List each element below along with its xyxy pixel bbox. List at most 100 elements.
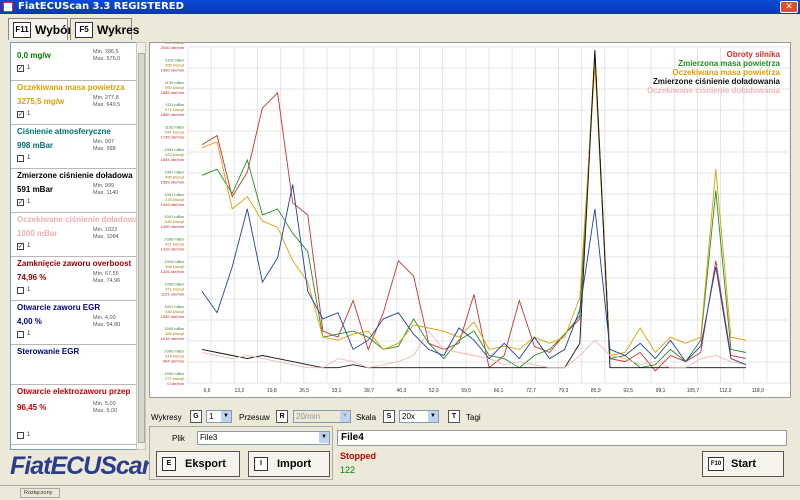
x-tick-label: 13,2 <box>235 388 245 394</box>
sensor-checkbox-label: 1 <box>27 432 31 438</box>
wykresy-key[interactable]: G <box>190 410 202 423</box>
sensor-item[interactable]: 0,0 mg/w Min. 286,5 Max. 575,0 ✓ 1 <box>11 43 144 81</box>
app-window: FiatECUScan 3.3 REGISTERED ✕ F11 Wybór F… <box>0 0 800 500</box>
x-tick-label: 33,1 <box>332 388 342 394</box>
chart-area: 541 k/s/cyl2040 obr/min1110 mBar955 k/s/… <box>149 42 791 398</box>
tab-wybor[interactable]: F11 Wybór <box>8 18 72 40</box>
eksport-key: E <box>162 457 176 471</box>
series-line-1 <box>201 53 747 369</box>
x-tick-label: 19,8 <box>267 388 277 394</box>
import-button[interactable]: I Import <box>248 451 330 477</box>
wykresy-select[interactable]: 1 ▼ <box>206 410 232 423</box>
eksport-button[interactable]: E Eksport <box>156 451 240 477</box>
x-tick-label: 85,9 <box>591 388 601 394</box>
sensor-checkbox-label: 1 <box>27 199 31 205</box>
status-count: 122 <box>340 465 356 475</box>
chart-svg: 541 k/s/cyl2040 obr/min1110 mBar955 k/s/… <box>161 43 790 394</box>
sensor-list-scrollbar[interactable] <box>136 42 146 450</box>
plik-select[interactable]: File3 ▼ <box>197 431 330 445</box>
status-panel: Stopped 122 F10 Start <box>336 448 788 480</box>
tab-wykres[interactable]: F5 Wykres <box>70 18 139 40</box>
sensor-checkbox[interactable] <box>17 155 24 162</box>
skala-select[interactable]: 20x ▼ <box>399 410 439 423</box>
sensor-checkbox[interactable]: ✓ <box>17 111 24 118</box>
close-button[interactable]: ✕ <box>780 1 798 13</box>
sensor-item[interactable]: Otwarcie elektrozaworu przep 96,45 % Min. … <box>11 385 144 445</box>
start-label: Start <box>731 458 757 470</box>
przesuw-key[interactable]: R <box>276 410 288 423</box>
x-tick-label: 118,9 <box>752 388 764 394</box>
filename-field[interactable]: File4 <box>337 430 787 446</box>
plik-value: File3 <box>200 433 218 442</box>
sensor-min: Min. 277,8 <box>93 95 119 101</box>
y-tick-label: 1583 obr/min <box>161 179 184 184</box>
import-label: Import <box>277 458 312 470</box>
close-icon: ✕ <box>785 2 793 12</box>
tagi-key[interactable]: T <box>448 410 460 423</box>
y-tick-label: 1016 obr/min <box>161 336 184 341</box>
tab-key-f5: F5 <box>75 22 93 38</box>
connection-status: Rozłączony <box>20 488 60 498</box>
import-key: I <box>254 457 268 471</box>
sensor-value: 4,00 % <box>17 317 42 326</box>
skala-label: Skala <box>356 413 377 422</box>
chevron-down-icon: ▼ <box>319 432 329 443</box>
sensor-item[interactable]: Sterowanie EGR <box>11 345 144 385</box>
sensor-value: 3275,5 mg/w <box>17 97 65 106</box>
sensor-value: 0,0 mg/w <box>17 51 51 60</box>
y-tick-label: 1310 obr/min <box>161 247 184 252</box>
sensor-checkbox[interactable] <box>17 432 24 439</box>
sensor-value: 591 mBar <box>17 185 54 194</box>
sensor-checkbox[interactable]: ✓ <box>17 199 24 206</box>
chevron-down-icon: ▼ <box>221 411 231 422</box>
sensor-item[interactable]: Zmierzone ciśnienie doładowa 591 mBar Min.… <box>11 169 144 213</box>
app-logo: FiatECUScan <box>10 452 157 480</box>
title-bar[interactable]: FiatECUScan 3.3 REGISTERED ✕ <box>0 0 800 14</box>
sensor-min: Min. 67,55 <box>93 271 119 277</box>
legend-entry: Oczekiwana masa powietrza <box>672 68 780 77</box>
sensor-checkbox[interactable] <box>17 287 24 294</box>
status-state: Stopped <box>340 451 376 461</box>
sensor-item[interactable]: Ciśnienie atmosferyczne 998 mBar Min. 997 M… <box>11 125 144 169</box>
eksport-label: Eksport <box>185 458 226 470</box>
sensor-value: 998 mBar <box>17 141 54 150</box>
y-tick-label: 1800 obr/min <box>161 112 184 117</box>
start-key: F10 <box>708 457 724 471</box>
x-tick-label: 39,7 <box>364 388 374 394</box>
sensor-max: Max. 998 <box>93 146 116 152</box>
sensor-max: Max. 54,80 <box>93 322 121 328</box>
plik-label: Plik <box>172 434 185 443</box>
start-button[interactable]: F10 Start <box>702 451 784 477</box>
sensor-list[interactable]: 0,0 mg/w Min. 286,5 Max. 575,0 ✓ 1 Oczekiwana… <box>10 42 145 450</box>
scrollbar-thumb[interactable] <box>138 53 145 443</box>
legend-entry: Zmierzone ciśnienie doładowania <box>653 77 781 86</box>
sensor-item[interactable]: Oczekiwane ciśnienie doładowa 1000 mBar Mi… <box>11 213 144 257</box>
skala-key[interactable]: S <box>383 410 395 423</box>
sensor-checkbox[interactable] <box>17 331 24 338</box>
sensor-checkbox[interactable]: ✓ <box>17 65 24 72</box>
sensor-checkbox-label: 1 <box>27 65 31 71</box>
y-tick-label: 0 obr/min <box>167 381 184 386</box>
sensor-item[interactable]: Zamknięcie zaworu overboost 74,96 % Min. 6… <box>11 257 144 301</box>
y-tick-label: 2040 obr/min <box>161 45 184 50</box>
y-tick-label: 1151 obr/min <box>161 291 184 296</box>
sensor-name: Otwarcie elektrozaworu przep <box>17 387 131 396</box>
y-tick-label: 1226 obr/min <box>161 269 184 274</box>
x-tick-label: 92,5 <box>623 388 633 394</box>
sensor-max: Max. 1140 <box>93 190 119 196</box>
sensor-checkbox[interactable]: ✓ <box>17 243 24 250</box>
chevron-down-icon: ▼ <box>340 411 350 422</box>
sensor-value: 74,96 % <box>17 273 47 282</box>
tab-key-f11: F11 <box>13 22 31 38</box>
sensor-item[interactable]: Oczekiwana masa powietrza 3275,5 mg/w Min.… <box>11 81 144 125</box>
tab-label: Wykres <box>97 23 140 37</box>
sensor-item[interactable]: Otwarcie zaworu EGR 4,00 % Min. 4,00 Max. 5… <box>11 301 144 345</box>
sensor-min: Min. 999 <box>93 183 115 189</box>
przesuw-select[interactable]: 20/min ▼ <box>293 410 351 423</box>
sensor-value: 1000 mBar <box>17 229 58 238</box>
legend-entry: Zmierzona masa powietrza <box>678 59 780 68</box>
sensor-name: Zmierzone ciśnienie doładowa <box>17 171 133 180</box>
sensor-max: Max. 1084 <box>93 234 119 240</box>
sensor-max: Max. 649,5 <box>93 102 121 108</box>
x-tick-label: 59,5 <box>461 388 471 394</box>
